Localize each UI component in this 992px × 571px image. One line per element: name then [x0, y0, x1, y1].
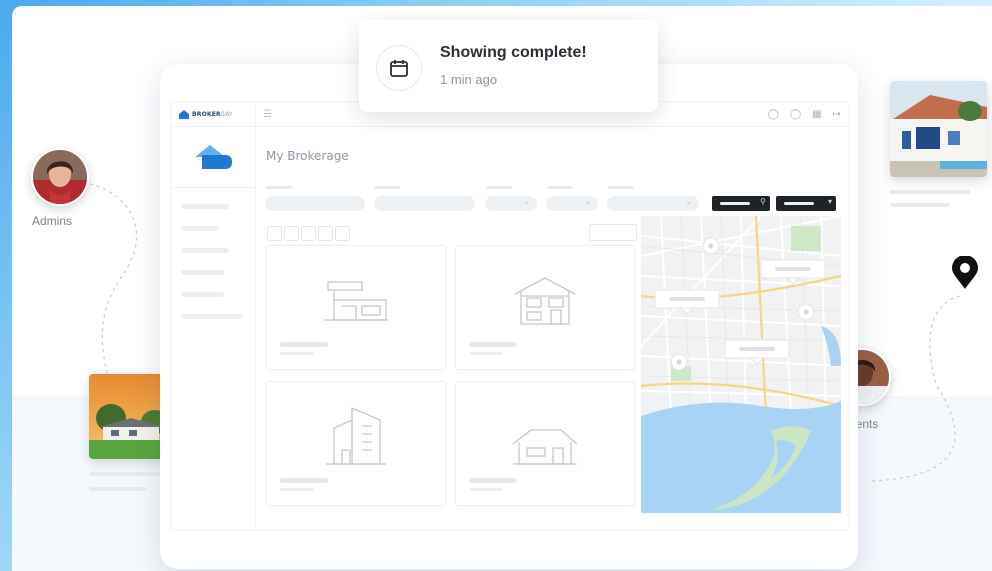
bell-icon[interactable]: ◯	[768, 109, 779, 120]
tablet-frame: BROKERBAY ☰ ◯ ◯ ▦ ↦ My Brokerage ⌄ ⌄ ⌄ ⚲…	[160, 64, 858, 569]
calendar-icon	[376, 45, 422, 91]
chevron-down-icon: ▾	[827, 197, 832, 206]
filter-field[interactable]	[374, 196, 475, 211]
sidebar-item[interactable]	[181, 204, 229, 209]
search-button[interactable]: ⚲	[712, 196, 770, 211]
brand-logo[interactable]: BROKERBAY	[171, 102, 255, 127]
page-button[interactable]	[267, 226, 282, 241]
logout-icon[interactable]: ↦	[833, 109, 841, 120]
filter-select[interactable]: ⌄	[546, 196, 598, 211]
brand-mark-icon	[179, 109, 189, 119]
filter-label	[266, 186, 292, 189]
photo-caption-line	[890, 190, 970, 194]
listing-card[interactable]	[266, 245, 446, 370]
filter-select[interactable]: ⌄	[485, 196, 537, 211]
app-screen: BROKERBAY ☰ ◯ ◯ ▦ ↦ My Brokerage ⌄ ⌄ ⌄ ⚲…	[170, 101, 850, 531]
sort-button[interactable]	[589, 224, 637, 241]
sidebar-item[interactable]	[181, 314, 243, 319]
notification-title: Showing complete!	[440, 44, 587, 61]
filter-label	[374, 186, 400, 189]
apartment-icon	[326, 407, 386, 465]
filter-label	[486, 186, 512, 189]
sidebar-item[interactable]	[181, 248, 229, 253]
pagination	[267, 226, 350, 241]
house-photo-right	[890, 81, 987, 177]
chevron-down-icon: ⌄	[584, 197, 591, 206]
page-button[interactable]	[301, 226, 316, 241]
filter-label	[608, 186, 634, 189]
modern-house-icon	[324, 281, 388, 321]
location-pin-icon	[950, 255, 980, 294]
brand-name-bold: BROKER	[192, 110, 221, 118]
listing-card[interactable]	[455, 245, 635, 370]
chat-icon[interactable]: ◯	[790, 109, 801, 120]
listing-card[interactable]	[455, 381, 635, 506]
brokerage-logo[interactable]	[171, 127, 255, 188]
photo-caption-line	[89, 487, 147, 491]
page-button[interactable]	[335, 226, 350, 241]
sidebar-item[interactable]	[181, 226, 219, 231]
marketing-canvas: Admins Agents BROKERBAY ☰ ◯ ◯ ▦ ↦ My Bro…	[12, 6, 992, 571]
map[interactable]	[641, 216, 841, 513]
page-button[interactable]	[284, 226, 299, 241]
photo-caption-line	[890, 203, 950, 207]
chevron-down-icon: ⌄	[685, 197, 692, 206]
page-title: My Brokerage	[266, 149, 349, 163]
hamburger-icon[interactable]: ☰	[263, 109, 272, 120]
notification-time: 1 min ago	[440, 72, 498, 87]
dropdown-button[interactable]: ▾	[776, 196, 836, 211]
brand-name-light: BAY	[220, 110, 233, 118]
bungalow-icon	[512, 429, 578, 465]
sidebar-item[interactable]	[181, 270, 224, 275]
filter-field[interactable]	[265, 196, 365, 211]
sidebar-item[interactable]	[181, 292, 224, 297]
chevron-down-icon: ⌄	[523, 197, 530, 206]
house-icon	[514, 277, 576, 325]
admin-avatar	[31, 148, 89, 206]
admins-label: Admins	[32, 214, 73, 228]
sidebar: BROKERBAY	[171, 102, 256, 530]
page-button[interactable]	[318, 226, 333, 241]
filter-label	[547, 186, 573, 189]
notification-toast[interactable]: Showing complete! 1 min ago	[359, 20, 658, 112]
search-icon: ⚲	[760, 197, 766, 206]
listing-card[interactable]	[266, 381, 446, 506]
photo-caption-line	[89, 472, 169, 476]
filter-select[interactable]: ⌄	[607, 196, 699, 211]
brokerage-house-icon	[195, 145, 232, 169]
grid-icon[interactable]: ▦	[812, 109, 821, 120]
